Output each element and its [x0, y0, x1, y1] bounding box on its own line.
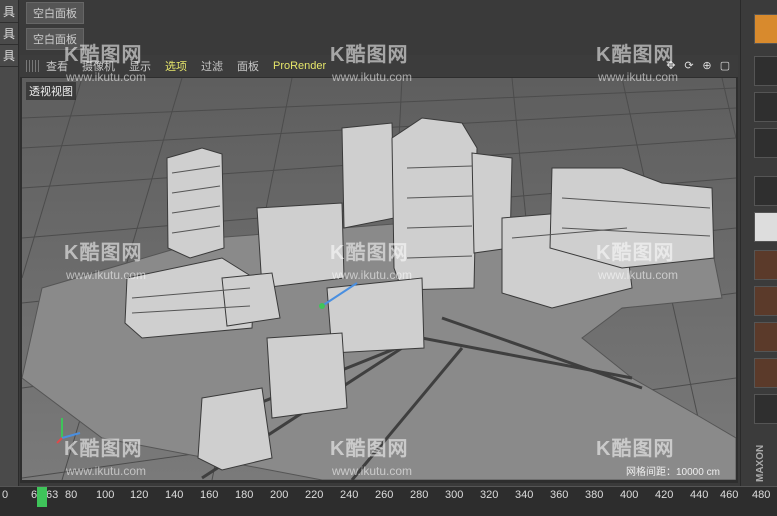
maximize-view-icon[interactable]: ▢ [718, 58, 732, 72]
timeline-tick: 180 [235, 489, 254, 501]
menu-filter[interactable]: 过滤 [201, 58, 223, 74]
timeline-tick: 200 [270, 489, 289, 501]
timeline-tick: 100 [96, 489, 115, 501]
timeline-tick: 320 [480, 489, 499, 501]
timeline-tick: 120 [130, 489, 149, 501]
maxon-logo: MAXON [755, 444, 766, 482]
watermark-url: www.ikutu.com [598, 70, 679, 84]
timeline-tick: 420 [655, 489, 674, 501]
left-label[interactable]: 具 [0, 22, 18, 45]
watermark-brand: K酷图网 [596, 438, 675, 460]
watermark-url: www.ikutu.com [66, 268, 147, 282]
cube-tool-icon[interactable] [754, 92, 777, 122]
timeline-tick: 460 [720, 489, 739, 501]
menu-options[interactable]: 选项 [165, 58, 187, 74]
material-icon[interactable] [754, 322, 777, 352]
cube-tool-icon[interactable] [754, 128, 777, 158]
watermark-url: www.ikutu.com [332, 70, 413, 84]
watermark-url: www.ikutu.com [598, 268, 679, 282]
timeline-tick: 160 [200, 489, 219, 501]
watermark-brand: K酷图网 [330, 44, 409, 66]
timeline-playhead[interactable] [37, 487, 47, 507]
timeline-ruler[interactable]: 0 6 63 80 100 120 140 160 180 200 220 24… [0, 486, 777, 516]
grip-icon[interactable] [26, 60, 40, 72]
watermark-url: www.ikutu.com [332, 464, 413, 478]
watermark-url: www.ikutu.com [66, 464, 147, 478]
timeline-tick: 480 [752, 489, 771, 501]
timeline-tick: 0 [2, 489, 9, 501]
cube-tool-icon[interactable] [754, 14, 777, 44]
grid-spacing-readout: 网格间距：10000 cm [626, 467, 720, 478]
watermark-brand: K酷图网 [596, 242, 675, 264]
watermark-url: www.ikutu.com [332, 268, 413, 282]
right-toolbar: MAXON [740, 0, 777, 486]
timeline-tick: 440 [690, 489, 709, 501]
empty-panel-tab[interactable]: 空白面板 [26, 2, 84, 24]
menu-prorender[interactable]: ProRender [273, 60, 326, 72]
material-icon[interactable] [754, 250, 777, 280]
material-icon[interactable] [754, 286, 777, 316]
watermark-brand: K酷图网 [64, 44, 143, 66]
watermark-brand: K酷图网 [330, 438, 409, 460]
timeline-tick: 340 [515, 489, 534, 501]
timeline-tick: 300 [445, 489, 464, 501]
timeline-tick: 260 [375, 489, 394, 501]
timeline-tick: 380 [585, 489, 604, 501]
timeline-tick: 240 [340, 489, 359, 501]
timeline-tick: 360 [550, 489, 569, 501]
timeline-tick: 280 [410, 489, 429, 501]
watermark-brand: K酷图网 [64, 242, 143, 264]
cube-outline-icon[interactable] [754, 56, 777, 86]
watermark-brand: K酷图网 [596, 44, 675, 66]
menu-panel[interactable]: 面板 [237, 58, 259, 74]
watermark-url: www.ikutu.com [66, 70, 147, 84]
timeline-tick: 400 [620, 489, 639, 501]
left-label[interactable]: 具 [0, 44, 18, 67]
watermark-brand: K酷图网 [64, 438, 143, 460]
timeline-tick: 63 [46, 489, 59, 501]
deformer-icon[interactable] [754, 394, 777, 424]
rotate-view-icon[interactable]: ⟳ [682, 58, 696, 72]
left-label[interactable]: 具 [0, 0, 18, 23]
left-toolbar: 具 具 具 [0, 0, 19, 486]
timeline-tick: 220 [305, 489, 324, 501]
view-label: 透视视图 [26, 82, 76, 100]
gradient-icon[interactable] [754, 212, 777, 242]
zoom-view-icon[interactable]: ⊕ [700, 58, 714, 72]
spline-icon[interactable] [754, 176, 777, 206]
timeline-tick: 80 [65, 489, 78, 501]
material-icon[interactable] [754, 358, 777, 388]
timeline-tick: 140 [165, 489, 184, 501]
watermark-brand: K酷图网 [330, 242, 409, 264]
